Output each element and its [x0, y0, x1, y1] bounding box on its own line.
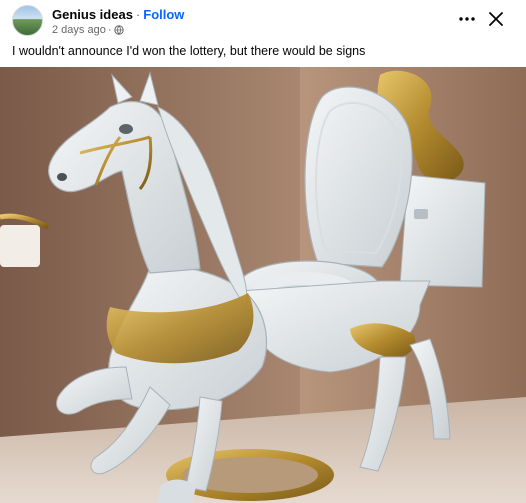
horse-toilet-illustration [0, 67, 526, 503]
close-icon [489, 12, 503, 26]
meta-dot: · [107, 24, 112, 36]
post-timestamp[interactable]: 2 days ago [52, 24, 106, 36]
separator-dot: · [135, 7, 141, 22]
follow-button[interactable]: Follow [143, 7, 184, 22]
post-caption: I wouldn't announce I'd won the lottery,… [12, 44, 366, 58]
more-options-button[interactable] [454, 9, 480, 29]
author-avatar[interactable] [12, 5, 43, 36]
author-line: Genius ideas · Follow [52, 7, 184, 22]
globe-icon [113, 25, 124, 35]
post-photo[interactable] [0, 67, 526, 503]
close-button[interactable] [484, 7, 508, 31]
more-horizontal-icon [459, 17, 475, 21]
post-meta: 2 days ago · [52, 24, 124, 36]
post-card: Genius ideas · Follow 2 days ago · I would… [0, 0, 526, 503]
author-name[interactable]: Genius ideas [52, 7, 133, 22]
